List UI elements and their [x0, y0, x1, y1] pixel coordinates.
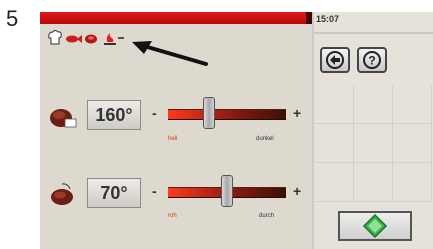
meat-core-temp-icon	[51, 183, 73, 205]
cooking-label-right: dunkel	[256, 136, 274, 142]
device-screen: 15:07 ? 160° - + hell dunkel 70° - + roh…	[40, 12, 433, 249]
core-temp-value[interactable]: 70°	[87, 178, 141, 208]
core-label-right: durch	[259, 213, 275, 219]
empty-slot	[315, 163, 354, 202]
empty-slot	[315, 124, 354, 163]
cooking-temp-minus[interactable]: -	[152, 105, 157, 121]
cooking-temp-slider[interactable]	[168, 109, 286, 120]
fish-icon[interactable]	[66, 35, 82, 43]
header-bar	[40, 12, 310, 24]
meat-icon[interactable]	[85, 34, 97, 44]
empty-slot	[354, 124, 393, 163]
core-temp-plus[interactable]: +	[293, 183, 301, 199]
back-button[interactable]	[320, 47, 350, 73]
start-button[interactable]	[338, 211, 412, 241]
product-icons	[48, 30, 124, 45]
clock-display: 15:07	[316, 14, 340, 24]
cooking-temp-slider-thumb[interactable]	[203, 97, 216, 129]
cooking-temp-value[interactable]: 160°	[87, 100, 141, 130]
core-temp-minus[interactable]: -	[152, 183, 157, 199]
cooking-temp-plus[interactable]: +	[293, 105, 301, 121]
help-icon: ?	[363, 51, 381, 69]
back-arrow-icon	[326, 51, 344, 69]
cooking-label-left: hell	[168, 136, 178, 142]
pointer-arrow-icon	[132, 41, 208, 66]
empty-slot	[393, 124, 432, 163]
empty-slot	[393, 85, 432, 124]
help-button[interactable]: ?	[357, 47, 387, 73]
empty-slot	[393, 163, 432, 202]
empty-slot	[315, 85, 354, 124]
empty-slot	[354, 85, 393, 124]
start-diamond-icon	[362, 213, 388, 239]
meat-roast-icon	[50, 109, 77, 128]
help-label: ?	[368, 54, 375, 68]
chef-hat-icon	[48, 30, 62, 45]
empty-slot	[354, 163, 393, 202]
core-label-left: roh	[168, 213, 177, 219]
core-temp-slider-thumb[interactable]	[221, 175, 233, 207]
step-number: 5	[6, 6, 19, 31]
panel-divider	[314, 32, 433, 34]
fire-icon[interactable]	[104, 33, 124, 45]
